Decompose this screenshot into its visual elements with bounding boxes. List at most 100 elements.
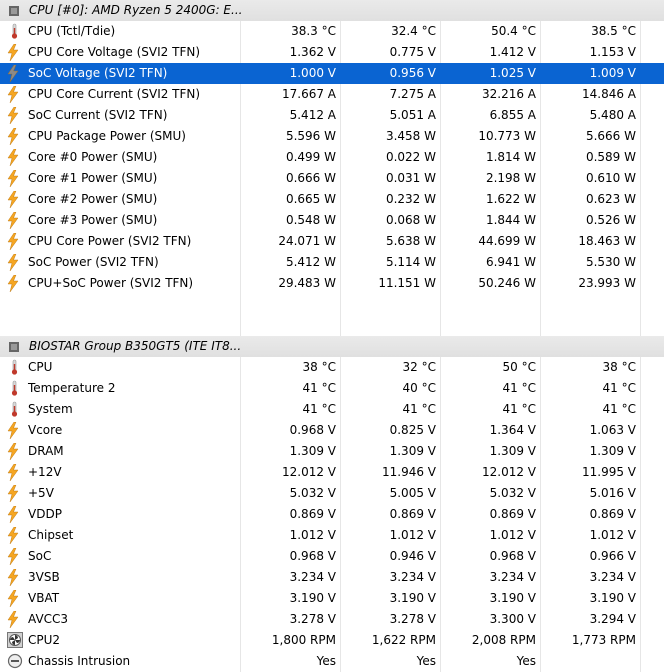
value-current: 5.596 W — [285, 129, 336, 143]
value-maximum: 2.198 W — [485, 171, 536, 185]
sensor-label: AVCC3 — [28, 612, 69, 626]
sensor-row[interactable]: SoC Voltage (SVI2 TFN) 1.000 V 0.956 V 1.02… — [0, 63, 664, 84]
sensor-label: Chassis Intrusion — [28, 654, 131, 668]
value-average: 14.846 A — [581, 87, 636, 101]
value-maximum: 3.234 V — [489, 570, 536, 584]
value-minimum: 11.151 W — [378, 276, 436, 290]
sensor-label: CPU Core Voltage (SVI2 TFN) — [28, 45, 201, 59]
sensor-row[interactable]: Core #3 Power (SMU) 0.548 W 0.068 W 1.844 W… — [0, 210, 664, 231]
value-current: 0.968 V — [289, 549, 336, 563]
sensor-label: VBAT — [28, 591, 60, 605]
sensor-row[interactable]: CPU Core Current (SVI2 TFN) 17.667 A 7.275… — [0, 84, 664, 105]
value-maximum: 1.622 W — [485, 192, 536, 206]
value-minimum: 1.309 V — [389, 444, 436, 458]
value-average: 23.993 W — [578, 276, 636, 290]
sensor-row[interactable]: CPU Core Voltage (SVI2 TFN) 1.362 V 0.775 … — [0, 42, 664, 63]
value-maximum: 3.300 V — [489, 612, 536, 626]
value-current: 0.665 W — [285, 192, 336, 206]
sensor-row[interactable]: SoC Current (SVI2 TFN) 5.412 A 5.051 A 6.85… — [0, 105, 664, 126]
value-average: 38 °C — [602, 360, 636, 374]
sensor-label: Core #1 Power (SMU) — [28, 171, 158, 185]
voltage-bolt-icon — [7, 527, 21, 544]
sensor-row[interactable]: System 41 °C 41 °C 41 °C 41 °C — [0, 399, 664, 420]
value-minimum: 0.232 W — [385, 192, 436, 206]
value-minimum: 3.234 V — [389, 570, 436, 584]
sensor-row[interactable]: CPU2 1,800 RPM 1,622 RPM 2,008 RPM 1,773 RPM — [0, 630, 664, 651]
value-average: 3.190 V — [589, 591, 636, 605]
value-average: 1.009 V — [589, 66, 636, 80]
value-average: 1.153 V — [589, 45, 636, 59]
sensor-row[interactable]: CPU+SoC Power (SVI2 TFN) 29.483 W 11.151 W… — [0, 273, 664, 294]
value-minimum: 32 °C — [402, 360, 436, 374]
sensor-row[interactable]: SoC Power (SVI2 TFN) 5.412 W 5.114 W 6.941 … — [0, 252, 664, 273]
power-bolt-icon — [7, 128, 21, 145]
value-maximum: 50.4 °C — [491, 24, 536, 38]
value-current: 24.071 W — [278, 234, 336, 248]
value-maximum: 0.968 V — [489, 549, 536, 563]
value-average: 5.666 W — [585, 129, 636, 143]
sensor-label: Chipset — [28, 528, 74, 542]
power-bolt-icon — [7, 149, 21, 166]
sensor-label: CPU+SoC Power (SVI2 TFN) — [28, 276, 194, 290]
power-bolt-icon — [7, 170, 21, 187]
sensor-row[interactable]: Temperature 2 41 °C 40 °C 41 °C 41 °C — [0, 378, 664, 399]
thermometer-icon — [7, 401, 21, 418]
power-bolt-icon — [7, 275, 21, 292]
voltage-bolt-icon — [7, 65, 21, 82]
sensor-row[interactable]: Chipset 1.012 V 1.012 V 1.012 V 1.012 V — [0, 525, 664, 546]
chip-icon — [7, 2, 21, 19]
value-minimum: 40 °C — [402, 381, 436, 395]
value-minimum: 7.275 A — [389, 87, 436, 101]
sensor-row[interactable]: CPU (Tctl/Tdie) 38.3 °C 32.4 °C 50.4 °C 38.5… — [0, 21, 664, 42]
value-average: 3.234 V — [589, 570, 636, 584]
sensor-row[interactable]: CPU Package Power (SMU) 5.596 W 3.458 W 10.… — [0, 126, 664, 147]
value-average: 18.463 W — [578, 234, 636, 248]
voltage-bolt-icon — [7, 422, 21, 439]
sensor-label: VDDP — [28, 507, 62, 521]
value-current: 3.278 V — [289, 612, 336, 626]
value-current: 0.968 V — [289, 423, 336, 437]
sensor-row[interactable]: DRAM 1.309 V 1.309 V 1.309 V 1.309 V — [0, 441, 664, 462]
value-current: 0.548 W — [285, 213, 336, 227]
value-minimum: Yes — [416, 654, 436, 668]
value-current: 0.666 W — [285, 171, 336, 185]
sensor-row[interactable]: AVCC3 3.278 V 3.278 V 3.300 V 3.294 V — [0, 609, 664, 630]
value-average: 38.5 °C — [591, 24, 636, 38]
value-current: 1,800 RPM — [271, 633, 336, 647]
sensor-row[interactable]: Vcore 0.968 V 0.825 V 1.364 V 1.063 V — [0, 420, 664, 441]
group-header[interactable]: CPU [#0]: AMD Ryzen 5 2400G: E... — [0, 0, 664, 21]
voltage-bolt-icon — [7, 443, 21, 460]
value-average: 1.309 V — [589, 444, 636, 458]
value-minimum: 1.012 V — [389, 528, 436, 542]
value-average: 0.966 V — [589, 549, 636, 563]
sensor-row[interactable]: Chassis Intrusion Yes Yes Yes — [0, 651, 664, 672]
value-average: 1.063 V — [589, 423, 636, 437]
value-maximum: 6.855 A — [489, 108, 536, 122]
value-maximum: 50 °C — [502, 360, 536, 374]
value-current: 38 °C — [302, 360, 336, 374]
sensor-label: +5V — [28, 486, 54, 500]
sensor-row[interactable]: CPU Core Power (SVI2 TFN) 24.071 W 5.638 W… — [0, 231, 664, 252]
sensor-row[interactable]: VDDP 0.869 V 0.869 V 0.869 V 0.869 V — [0, 504, 664, 525]
sensor-row[interactable]: 3VSB 3.234 V 3.234 V 3.234 V 3.234 V — [0, 567, 664, 588]
sensor-row[interactable]: VBAT 3.190 V 3.190 V 3.190 V 3.190 V — [0, 588, 664, 609]
sensor-row[interactable]: Core #1 Power (SMU) 0.666 W 0.031 W 2.198 W… — [0, 168, 664, 189]
sensor-row[interactable]: Core #2 Power (SMU) 0.665 W 0.232 W 1.622 W… — [0, 189, 664, 210]
group-header[interactable]: BIOSTAR Group B350GT5 (ITE IT8... — [0, 336, 664, 357]
sensor-row[interactable]: +12V 12.012 V 11.946 V 12.012 V 11.995 V — [0, 462, 664, 483]
sensor-row[interactable]: +5V 5.032 V 5.005 V 5.032 V 5.016 V — [0, 483, 664, 504]
voltage-bolt-icon — [7, 569, 21, 586]
sensor-row[interactable]: Core #0 Power (SMU) 0.499 W 0.022 W 1.814 W… — [0, 147, 664, 168]
sensor-label: SoC — [28, 549, 52, 563]
voltage-bolt-icon — [7, 548, 21, 565]
sensor-label: +12V — [28, 465, 62, 479]
value-current: 29.483 W — [278, 276, 336, 290]
value-current: 41 °C — [302, 381, 336, 395]
sensor-row[interactable]: SoC 0.968 V 0.946 V 0.968 V 0.966 V — [0, 546, 664, 567]
sensor-label: Core #0 Power (SMU) — [28, 150, 158, 164]
value-current: 5.032 V — [289, 486, 336, 500]
voltage-bolt-icon — [7, 611, 21, 628]
value-current: 0.499 W — [285, 150, 336, 164]
sensor-row[interactable]: CPU 38 °C 32 °C 50 °C 38 °C — [0, 357, 664, 378]
